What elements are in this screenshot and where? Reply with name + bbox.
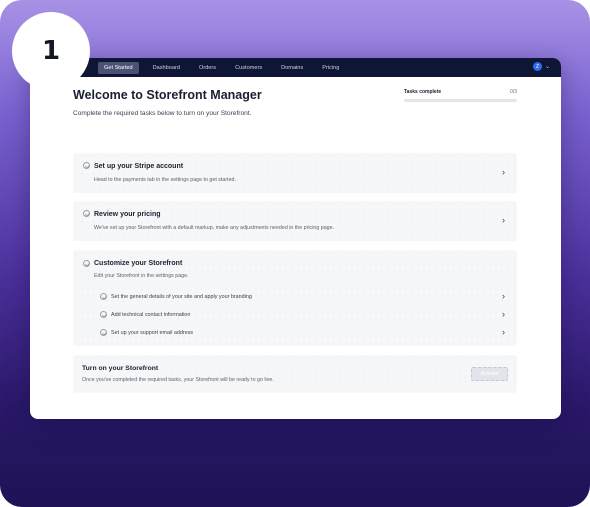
- nav-tab-get-started[interactable]: Get Started: [98, 61, 139, 74]
- nav-tab-pricing[interactable]: Pricing: [322, 62, 339, 74]
- nav-tab-orders[interactable]: Orders: [199, 62, 216, 74]
- app-window: Get Started Dashboard Orders Customers D…: [30, 58, 561, 419]
- check-circle-icon: [83, 210, 90, 217]
- chevron-right-icon[interactable]: ›: [502, 168, 505, 177]
- task-title: Set up your Stripe account: [94, 163, 184, 170]
- top-navbar: Get Started Dashboard Orders Customers D…: [30, 58, 561, 77]
- nav-tab-dashboard[interactable]: Dashboard: [153, 62, 180, 74]
- page-title: Welcome to Storefront Manager: [73, 88, 262, 102]
- tasks-progress-bar: [404, 99, 517, 102]
- check-circle-icon: [83, 260, 90, 267]
- task-card-pricing[interactable]: Review your pricing We've set up your St…: [73, 201, 517, 241]
- subtask-label: Add technical contact information: [111, 311, 191, 318]
- task-title: Review your pricing: [94, 211, 161, 218]
- activate-button[interactable]: Activate: [471, 367, 508, 381]
- check-circle-icon: [100, 293, 107, 300]
- task-card-stripe[interactable]: Set up your Stripe account Head to the p…: [73, 153, 517, 193]
- chevron-right-icon[interactable]: ›: [502, 328, 505, 337]
- subtask-label: Set up your support email address: [111, 329, 194, 336]
- task-description: Edit your Storefront in the settings pag…: [94, 273, 189, 279]
- chevron-down-icon[interactable]: ⌄: [545, 63, 550, 70]
- task-title: Customize your Storefront: [94, 260, 183, 267]
- check-circle-icon: [100, 329, 107, 336]
- page-subtitle: Complete the required tasks below to tur…: [73, 110, 252, 117]
- launch-storefront-card: Turn on your Storefront Once you've comp…: [73, 355, 517, 393]
- task-card-customize: Customize your Storefront Edit your Stor…: [73, 250, 517, 346]
- chevron-right-icon[interactable]: ›: [502, 292, 505, 301]
- tasks-complete-label: Tasks complete: [404, 89, 442, 95]
- avatar[interactable]: Z: [532, 62, 542, 71]
- chevron-right-icon[interactable]: ›: [502, 216, 505, 225]
- check-circle-icon: [83, 162, 90, 169]
- launch-description: Once you've completed the required tasks…: [82, 377, 274, 383]
- task-description: We've set up your Storefront with a defa…: [94, 225, 334, 231]
- subtask-item-branding[interactable]: Set the general details of your site and…: [100, 292, 517, 302]
- launch-title: Turn on your Storefront: [82, 365, 159, 372]
- chevron-right-icon[interactable]: ›: [502, 310, 505, 319]
- check-circle-icon: [100, 311, 107, 318]
- account-menu[interactable]: Z ⌄: [532, 62, 550, 71]
- tasks-progress: Tasks complete 0/3: [404, 89, 517, 102]
- subtask-label: Set the general details of your site and…: [111, 293, 252, 300]
- nav-tab-domains[interactable]: Domains: [281, 62, 303, 74]
- subtask-item-support-email[interactable]: Set up your support email address ›: [100, 328, 517, 338]
- subtask-item-contact[interactable]: Add technical contact information ›: [100, 310, 517, 320]
- nav-tab-customers[interactable]: Customers: [235, 62, 262, 74]
- task-description: Head to the payments tab in the settings…: [94, 177, 236, 183]
- slide-background: 1 Get Started Dashboard Orders Customers…: [0, 0, 590, 507]
- tasks-complete-count: 0/3: [510, 89, 517, 95]
- step-number-badge: 1: [12, 12, 90, 90]
